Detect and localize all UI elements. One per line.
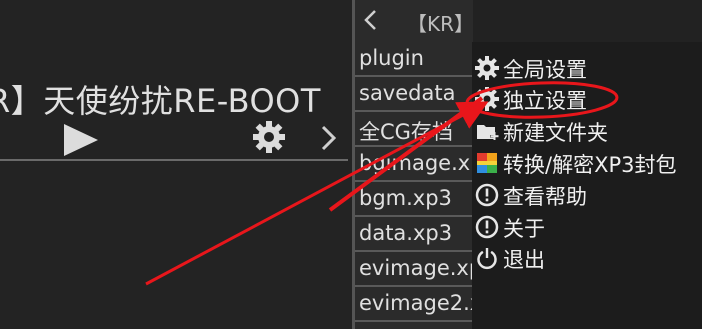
list-item[interactable]: evimage.xp	[355, 252, 473, 287]
file-list-header: 【KR】	[355, 0, 473, 42]
chevron-left-icon[interactable]	[363, 9, 377, 31]
play-icon[interactable]	[62, 123, 100, 157]
menu-item-exit[interactable]: 退出	[472, 243, 702, 273]
convert-icon	[477, 153, 497, 173]
list-item-label: evimage.xp	[359, 256, 473, 280]
menu-item-label: 查看帮助	[503, 185, 587, 209]
list-item-label: bgm.xp3	[359, 186, 452, 210]
list-item-label: plugin	[359, 46, 424, 70]
context-menu: 全局设置 独立设置 新建文件夹 转换/解密XP3封包 查看帮助 关于 退出	[472, 42, 702, 329]
list-item-label: data.xp3	[359, 221, 453, 245]
menu-item-about[interactable]: 关于	[472, 212, 702, 242]
menu-item-global-settings[interactable]: 全局设置	[472, 53, 702, 83]
list-item[interactable]: data.xp3	[355, 217, 473, 252]
list-item[interactable]: evimage2.x	[355, 287, 473, 322]
list-item[interactable]: savedata	[355, 77, 473, 112]
new-folder-icon	[477, 125, 499, 140]
gear-icon[interactable]	[252, 120, 286, 154]
list-item[interactable]: 全CG存档	[355, 112, 473, 147]
menu-item-help[interactable]: 查看帮助	[472, 180, 702, 210]
gear-icon	[475, 87, 499, 111]
list-item-label: savedata	[359, 81, 456, 105]
divider	[0, 159, 348, 161]
list-item-label: 全CG存档	[359, 120, 453, 144]
menu-item-label: 独立设置	[503, 89, 587, 113]
power-icon	[477, 248, 497, 270]
chevron-right-icon[interactable]	[318, 124, 340, 152]
menu-item-label: 退出	[503, 248, 545, 272]
list-item-label: bgimage.xp	[359, 151, 473, 175]
menu-item-convert-xp3[interactable]: 转换/解密XP3封包	[472, 148, 702, 178]
menu-item-label: 关于	[503, 217, 545, 241]
list-item-label: evimage2.x	[359, 291, 473, 315]
file-list-pane: 【KR】 plugin savedata 全CG存档 bgimage.xp bg…	[355, 0, 473, 329]
file-list-title: 【KR】	[407, 12, 473, 36]
menu-item-label: 全局设置	[503, 58, 587, 82]
list-item[interactable]: bgimage.xp	[355, 147, 473, 182]
list-item[interactable]: plugin	[355, 42, 473, 77]
gear-icon	[475, 56, 499, 80]
menu-item-new-folder[interactable]: 新建文件夹	[472, 116, 702, 146]
menu-item-independent-settings[interactable]: 独立设置	[472, 84, 702, 114]
info-icon	[475, 183, 499, 207]
game-title: R】天使纷扰RE-BOOT	[0, 82, 321, 120]
menu-item-label: 新建文件夹	[503, 121, 608, 145]
info-icon	[475, 215, 499, 239]
list-item[interactable]: bgm.xp3	[355, 182, 473, 217]
game-card: R】天使纷扰RE-BOOT	[0, 0, 352, 329]
menu-item-label: 转换/解密XP3封包	[503, 153, 677, 177]
